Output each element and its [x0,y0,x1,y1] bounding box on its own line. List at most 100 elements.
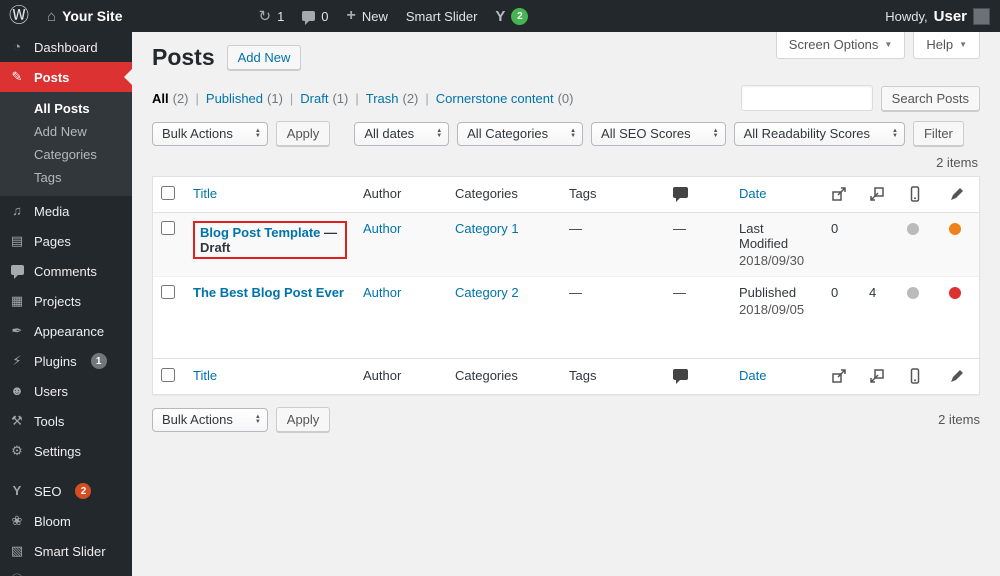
comments-column-icon [673,187,688,202]
sidebar-item-users[interactable]: ☻ Users [0,376,132,406]
sort-by-date[interactable]: Date [739,368,766,383]
sidebar-item-label: Dashboard [34,39,98,55]
sort-by-title[interactable]: Title [193,368,217,383]
wordpress-menu[interactable]: Ⓦ [0,0,38,32]
tags-value: — [569,221,582,236]
new-label: New [361,8,388,24]
post-title-link[interactable]: The Best Blog Post Ever [193,285,344,300]
submenu-item-categories[interactable]: Categories [0,143,132,166]
bulk-actions-select[interactable]: Bulk Actions ▲ ▼ [152,121,268,146]
seo-scores-filter-value: All SEO Scores [601,126,691,141]
sidebar-item-comments[interactable]: Comments [0,256,132,286]
select-all-checkbox[interactable] [161,368,175,382]
select-all-checkbox[interactable] [161,186,175,200]
sidebar-item-seo[interactable]: Y SEO 2 [0,476,132,506]
author-link[interactable]: Author [363,221,401,236]
submenu-item-all-posts[interactable]: All Posts [0,97,132,120]
tags-column-header: Tags [569,368,597,383]
updates-count: 1 [277,8,285,24]
outgoing-links-count: 0 [831,285,839,300]
view-cornerstone[interactable]: Cornerstone content (0) [436,91,574,106]
username: User [933,7,967,25]
view-trash[interactable]: Trash (2) [366,91,436,106]
sidebar-item-tools[interactable]: ⚒ Tools [0,406,132,436]
tags-column-header: Tags [569,186,597,201]
readability-column-icon [899,177,941,213]
categories-filter-select[interactable]: All Categories ▲ ▼ [457,121,584,146]
search-input[interactable] [740,85,873,111]
plus-icon: + [346,7,356,24]
view-label: Draft [300,90,329,106]
date-value: 2018/09/30 [739,253,805,268]
sidebar-item-projects[interactable]: ▦ Projects [0,286,132,316]
view-filters: All (2) Published (1) Draft (1) Trash (2… [152,91,573,106]
view-label: Published [205,90,264,106]
sidebar-item-label: Smart Slider [34,543,106,559]
categories-column-header: Categories [455,368,518,383]
bulk-actions-select-bottom[interactable]: Bulk Actions ▲ ▼ [152,407,268,432]
view-label: Cornerstone content [435,90,554,106]
sidebar-item-media[interactable]: ♫ Media [0,196,132,226]
sort-by-date[interactable]: Date [739,186,766,201]
appearance-icon: ✒ [11,323,23,338]
submenu-item-add-new[interactable]: Add New [0,120,132,143]
items-count: 2 items [936,155,978,170]
howdy-text: Howdy, [885,8,928,24]
dates-filter-value: All dates [364,126,415,141]
projects-icon: ▦ [10,293,24,308]
view-draft[interactable]: Draft (1) [300,91,365,106]
row-checkbox[interactable] [161,221,175,235]
updates-menu[interactable]: ↻ 1 [249,0,293,32]
search-posts-button[interactable]: Search Posts [880,85,980,111]
comments-value: — [673,285,686,300]
sidebar-item-label: Settings [34,443,81,459]
apply-button[interactable]: Apply [275,121,331,146]
sidebar-item-label: Users [34,383,68,399]
yoast-seo-menu[interactable]: Y 2 [486,0,537,32]
select-arrows-icon: ▲ ▼ [254,128,261,139]
filter-button[interactable]: Filter [912,121,964,146]
date-status: Published [739,285,797,300]
smart-slider-menu[interactable]: Smart Slider [397,0,487,32]
sidebar-item-bloom[interactable]: ❀ Bloom [0,506,132,536]
sidebar-item-label: Bloom [34,513,71,529]
admin-bar: Ⓦ ⌂ Your Site ↻ 1 0 + New Smart Slider Y… [0,0,1000,32]
post-title-link[interactable]: Blog Post Template [200,225,320,240]
category-link[interactable]: Category 2 [455,285,519,300]
dates-filter-select[interactable]: All dates ▲ ▼ [354,121,450,146]
my-account-menu[interactable]: Howdy, User [885,0,990,32]
readability-score-dot [907,287,919,299]
sidebar-item-dashboard[interactable]: ◔ Dashboard [0,32,132,62]
new-content-menu[interactable]: + New [338,0,397,32]
screen-options-button[interactable]: Screen Options ▼ [775,32,906,59]
plugins-update-badge: 1 [90,353,107,369]
seo-scores-filter-select[interactable]: All SEO Scores ▲ ▼ [591,121,726,146]
sort-by-title[interactable]: Title [193,186,217,201]
sidebar-item-posts[interactable]: ✎ Posts [0,62,132,92]
sidebar-item-settings[interactable]: ⚙ Settings [0,436,132,466]
author-link[interactable]: Author [363,285,401,300]
readability-scores-filter-value: All Readability Scores [743,126,871,141]
submenu-item-tags[interactable]: Tags [0,166,132,189]
seo-score-dot [949,223,961,235]
help-button[interactable]: Help ▼ [913,32,980,59]
sidebar-item-smart-slider[interactable]: ▧ Smart Slider [0,536,132,566]
readability-scores-filter-select[interactable]: All Readability Scores ▲ ▼ [733,121,905,146]
category-link[interactable]: Category 1 [455,221,519,236]
sidebar-item-plugins[interactable]: ⚡ Plugins 1 [0,346,132,376]
view-published[interactable]: Published (1) [206,91,300,106]
comments-bubble-icon [302,11,316,25]
sidebar-item-appearance[interactable]: ✒ Appearance [0,316,132,346]
author-column-header: Author [363,186,402,201]
wordpress-logo-icon: Ⓦ [9,5,29,27]
site-name-menu[interactable]: ⌂ Your Site [38,0,131,32]
sidebar-item-pages[interactable]: ▤ Pages [0,226,132,256]
incoming-links-count: 4 [869,285,877,300]
posts-submenu: All Posts Add New Categories Tags [0,92,132,196]
sidebar-item-divi[interactable]: Ⓓ Divi [0,566,132,576]
apply-button-bottom[interactable]: Apply [275,407,331,432]
comments-menu[interactable]: 0 [293,0,337,32]
row-checkbox[interactable] [161,285,175,299]
view-all[interactable]: All (2) [152,91,206,106]
add-new-button[interactable]: Add New [226,45,302,70]
